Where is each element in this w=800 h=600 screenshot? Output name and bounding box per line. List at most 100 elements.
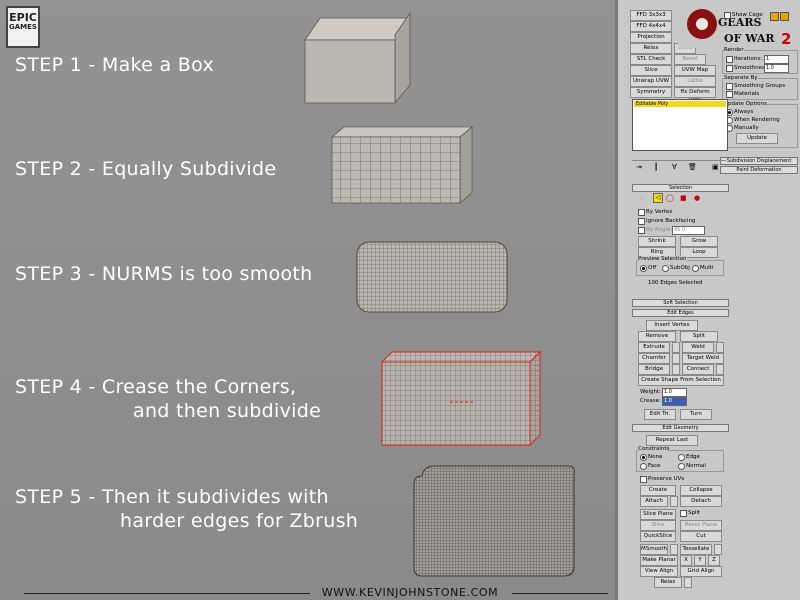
modifier-button-bevel[interactable]: Bevel bbox=[674, 54, 706, 65]
grid-align-button[interactable]: Grid Align bbox=[680, 566, 722, 577]
bridge-button[interactable]: Bridge bbox=[638, 364, 670, 375]
extrude-button[interactable]: Extrude bbox=[638, 342, 670, 353]
cage-color-swatch-1[interactable] bbox=[770, 12, 779, 21]
modifier-button-lathe[interactable]: Lathe bbox=[674, 76, 716, 87]
rollout-paint-deformation[interactable]: Paint Deformation bbox=[720, 166, 798, 174]
create-button[interactable]: Create bbox=[640, 485, 676, 496]
shrink-button[interactable]: Shrink bbox=[638, 236, 676, 247]
extrude-settings-button[interactable] bbox=[672, 342, 680, 353]
chamfer-settings-button[interactable] bbox=[672, 353, 680, 364]
modifier-button-unwrap-uvw[interactable]: Unwrap UVW bbox=[630, 76, 672, 87]
preview-multi-radio[interactable] bbox=[692, 265, 699, 272]
smoothness-checkbox[interactable] bbox=[726, 65, 733, 72]
weld-settings-button[interactable] bbox=[716, 342, 724, 353]
modifier-button-projection[interactable]: Projection bbox=[630, 32, 672, 43]
materials-checkbox[interactable] bbox=[726, 91, 733, 98]
target-weld-button[interactable]: Target Weld bbox=[682, 353, 724, 364]
smoothing-groups-checkbox[interactable] bbox=[726, 83, 733, 90]
ignore-backfacing-checkbox[interactable] bbox=[638, 218, 645, 225]
attach-button[interactable]: Attach bbox=[640, 496, 668, 507]
rollout-edit-geometry[interactable]: Edit Geometry bbox=[632, 424, 729, 432]
repeat-last-button[interactable]: Repeat Last bbox=[646, 435, 698, 446]
constraint-none-radio[interactable] bbox=[640, 454, 647, 461]
by-vertex-checkbox[interactable] bbox=[638, 209, 645, 216]
modifier-button-ffx-deform[interactable]: ffx Deform (WS) bbox=[674, 87, 716, 104]
modifier-button-symmetry[interactable]: Symmetry bbox=[630, 87, 672, 98]
remove-modifier-icon[interactable]: 🗑 bbox=[688, 163, 697, 171]
by-angle-checkbox[interactable] bbox=[638, 227, 645, 234]
chamfer-button[interactable]: Chamfer bbox=[638, 353, 670, 364]
configure-modifier-sets-icon[interactable]: ▣ bbox=[712, 163, 719, 171]
constraint-normal-radio[interactable] bbox=[678, 463, 685, 470]
planar-x-button[interactable]: X bbox=[680, 555, 692, 566]
insert-vertex-button[interactable]: Insert Vertex bbox=[646, 320, 698, 331]
bridge-settings-button[interactable] bbox=[672, 364, 680, 375]
modifier-button-stl-check[interactable]: STL Check bbox=[630, 54, 672, 65]
remove-button[interactable]: Remove bbox=[638, 331, 676, 342]
update-button[interactable]: Update bbox=[736, 133, 778, 144]
border-icon[interactable]: ◯ bbox=[666, 194, 674, 202]
connect-button[interactable]: Connect bbox=[682, 364, 714, 375]
planar-z-button[interactable]: Z bbox=[708, 555, 720, 566]
slice-button[interactable]: Slice bbox=[640, 520, 676, 531]
cage-color-swatch-2[interactable] bbox=[780, 12, 789, 21]
create-shape-button[interactable]: Create Shape From Selection bbox=[638, 375, 724, 386]
rollout-soft-selection[interactable]: Soft Selection bbox=[632, 299, 729, 307]
quickslice-button[interactable]: QuickSlice bbox=[640, 531, 676, 542]
edge-icon[interactable]: ◁ bbox=[653, 193, 663, 203]
stack-item-editable-poly[interactable]: Editable Poly bbox=[634, 101, 726, 107]
preview-subobj-label: SubObj bbox=[670, 265, 690, 271]
rollout-subdivision-displacement[interactable]: Subdivision Displacement bbox=[720, 157, 798, 165]
rollout-edit-edges[interactable]: Edit Edges bbox=[632, 309, 729, 317]
edit-tri-button[interactable]: Edit Tri. bbox=[644, 409, 676, 420]
tessellate-button[interactable]: Tessellate bbox=[680, 544, 712, 555]
preview-subobj-radio[interactable] bbox=[662, 265, 669, 272]
planar-y-button[interactable]: Y bbox=[694, 555, 706, 566]
rollout-selection[interactable]: Selection bbox=[632, 184, 729, 192]
relax-button[interactable]: Relax bbox=[654, 577, 682, 588]
relax-settings-button[interactable] bbox=[684, 577, 692, 588]
connect-settings-button[interactable] bbox=[716, 364, 724, 375]
collapse-button[interactable]: Collapse bbox=[680, 485, 722, 496]
weight-input[interactable]: 1.0 bbox=[662, 388, 687, 397]
modifier-stack[interactable]: Editable Poly bbox=[632, 99, 728, 151]
iterations-input[interactable]: 1 bbox=[764, 55, 789, 64]
detach-button[interactable]: Detach bbox=[680, 496, 722, 507]
show-end-result-icon[interactable]: ┃ bbox=[654, 163, 658, 171]
show-cage-checkbox[interactable] bbox=[724, 12, 731, 19]
grow-button[interactable]: Grow bbox=[680, 236, 718, 247]
make-unique-icon[interactable]: ∀ bbox=[672, 163, 677, 171]
vertex-icon[interactable]: ∴ bbox=[640, 194, 644, 202]
msmooth-button[interactable]: MSmooth bbox=[640, 544, 668, 555]
constraint-edge-radio[interactable] bbox=[678, 454, 685, 461]
msmooth-settings-button[interactable] bbox=[670, 544, 678, 555]
reset-plane-button[interactable]: Reset Plane bbox=[680, 520, 722, 531]
modifier-button-relax[interactable]: Relax bbox=[630, 43, 672, 54]
split-edge-button[interactable]: Split bbox=[680, 331, 718, 342]
weld-button[interactable]: Weld bbox=[682, 342, 714, 353]
modifier-button-slice[interactable]: Slice bbox=[630, 65, 672, 76]
show-cage-label: Show Cage bbox=[732, 12, 763, 18]
element-icon[interactable]: ● bbox=[694, 194, 700, 202]
polygon-icon[interactable]: ■ bbox=[680, 194, 687, 202]
tessellate-settings-button[interactable] bbox=[714, 544, 722, 555]
slice-plane-button[interactable]: Slice Plane bbox=[640, 509, 676, 520]
cut-button[interactable]: Cut bbox=[680, 531, 722, 542]
smoothness-input[interactable]: 1.0 bbox=[764, 64, 789, 73]
preview-off-radio[interactable] bbox=[640, 265, 647, 272]
by-angle-input[interactable]: 45.0 bbox=[672, 226, 705, 235]
constraint-face-radio[interactable] bbox=[640, 463, 647, 470]
pin-stack-icon[interactable]: ⇥ bbox=[636, 163, 642, 171]
split-checkbox[interactable] bbox=[680, 510, 687, 517]
modifier-button-uvw-map[interactable]: UVW Map bbox=[674, 65, 716, 76]
view-align-button[interactable]: View Align bbox=[640, 566, 678, 577]
turn-button[interactable]: Turn bbox=[680, 409, 712, 420]
preserve-uvs-checkbox[interactable] bbox=[640, 476, 647, 483]
make-planar-button[interactable]: Make Planar bbox=[640, 555, 678, 566]
iterations-checkbox[interactable] bbox=[726, 56, 733, 63]
viewport[interactable]: EPIC GAMES STEP 1 - Make a Box STEP 2 - … bbox=[0, 0, 615, 600]
crease-input[interactable]: 1.0 bbox=[662, 397, 687, 406]
modifier-button-ffd3[interactable]: FFD 3x3x3 bbox=[630, 10, 672, 21]
modifier-button-ffd4[interactable]: FFD 4x4x4 bbox=[630, 21, 672, 32]
attach-settings-button[interactable] bbox=[670, 496, 678, 507]
